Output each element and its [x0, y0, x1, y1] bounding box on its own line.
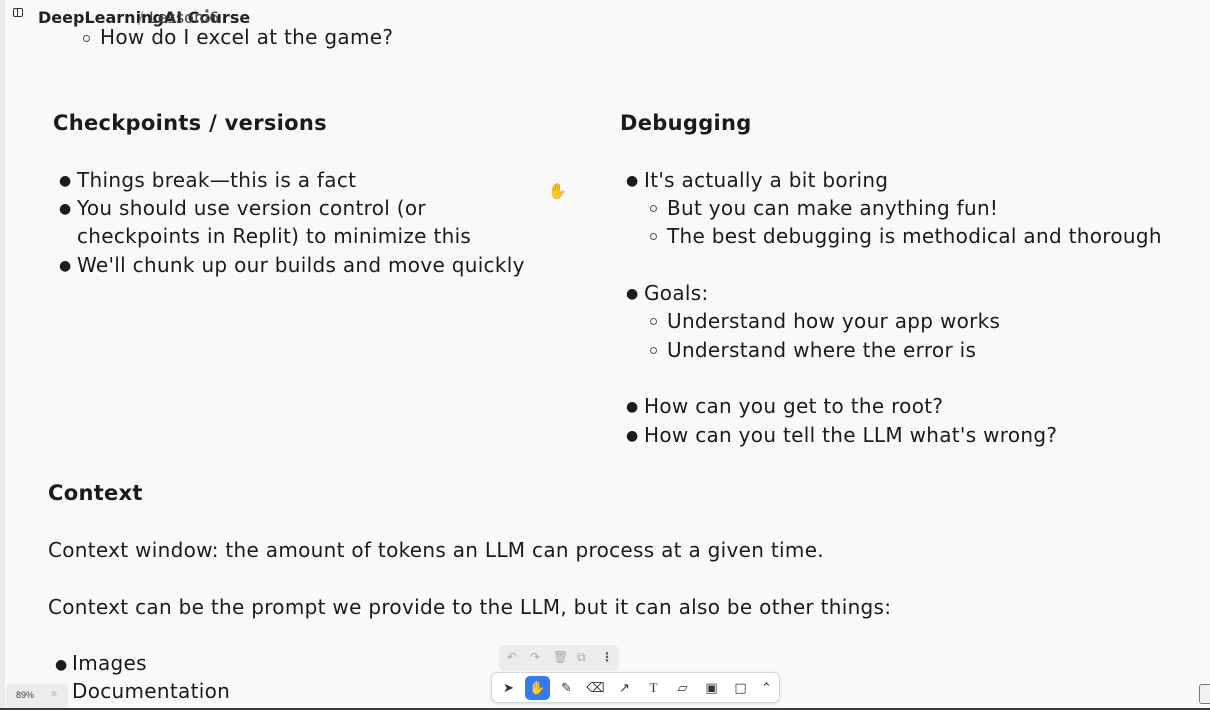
debugging-goal-2: Understand where the error is — [667, 338, 977, 362]
sub-bullet-icon — [650, 205, 657, 212]
context-paragraph-2: Context can be the prompt we provide to … — [48, 595, 892, 619]
sub-bullet-icon — [650, 233, 657, 240]
debugging-goal-1: Understand how your app works — [667, 309, 1001, 333]
bullet-icon: ● — [626, 428, 639, 444]
bullet-icon: ● — [59, 258, 72, 274]
undo-icon[interactable]: ↶ — [507, 650, 517, 664]
top-sub-item: How do I excel at the game? — [100, 25, 394, 49]
debugging-bullet-llm: How can you tell the LLM what's wrong? — [644, 423, 1058, 447]
left-edge-strip — [0, 0, 5, 710]
more-icon[interactable]: ⋮ — [601, 650, 613, 664]
more-tools-chevron-icon[interactable]: ⌃ — [754, 676, 779, 700]
note-tool-icon[interactable]: ▱ — [670, 676, 695, 700]
bullet-icon: ● — [59, 173, 72, 189]
debugging-bullet-goals: Goals: — [644, 281, 709, 305]
debugging-sub-1: But you can make anything fun! — [667, 196, 999, 220]
debugging-bullet-root: How can you get to the root? — [644, 394, 944, 418]
hand-tool-icon[interactable]: ✋ — [525, 676, 550, 700]
sidebar-toggle-icon[interactable] — [13, 8, 23, 17]
eraser-tool-icon[interactable]: ⌫ — [583, 676, 608, 700]
redo-icon[interactable]: ↷ — [530, 650, 540, 664]
bullet-icon: ● — [59, 201, 72, 217]
debugging-heading: Debugging — [620, 111, 752, 135]
duplicate-icon[interactable]: ⧉ — [577, 650, 586, 665]
sub-bullet-icon — [650, 318, 657, 325]
breadcrumb-more-icon[interactable]: ⋮ — [199, 6, 215, 25]
debugging-bullet-1: It's actually a bit boring — [644, 168, 889, 192]
zoom-control[interactable]: 89% » — [6, 684, 68, 708]
hand-cursor-icon: ✋ — [548, 182, 567, 200]
bullet-icon: ● — [55, 657, 68, 673]
delete-icon[interactable]: 🗑 — [553, 650, 568, 664]
expand-chevron-icon[interactable]: » — [51, 688, 57, 700]
selection-toolbar: ↶ ↷ 🗑 ⧉ ⋮ — [499, 645, 619, 671]
help-panel-icon[interactable] — [1199, 684, 1210, 704]
text-tool-icon[interactable]: T — [641, 676, 666, 700]
context-bullet-images: Images — [72, 651, 147, 675]
debugging-sub-2: The best debugging is methodical and tho… — [667, 224, 1162, 248]
context-heading: Context — [48, 481, 143, 505]
checkpoints-bullet-3: We'll chunk up our builds and move quick… — [77, 253, 525, 277]
bullet-icon: ● — [626, 399, 639, 415]
checkpoints-heading: Checkpoints / versions — [53, 111, 327, 135]
checkpoints-bullet-2-cont: checkpoints in Replit) to minimize this — [77, 224, 472, 248]
sub-bullet-icon — [650, 347, 657, 354]
bullet-icon: ● — [626, 173, 639, 189]
draw-tool-icon[interactable]: ✎ — [554, 676, 579, 700]
checkpoints-bullet-2: You should use version control (or — [77, 196, 426, 220]
context-paragraph-1: Context window: the amount of tokens an … — [48, 538, 824, 562]
sub-bullet-icon — [83, 35, 90, 42]
arrow-tool-icon[interactable]: ↗ — [612, 676, 637, 700]
media-tool-icon[interactable]: ▣ — [699, 676, 724, 700]
context-bullet-documentation: Documentation — [72, 679, 231, 703]
checkpoints-bullet-1: Things break—this is a fact — [77, 168, 357, 192]
zoom-level[interactable]: 89% — [16, 690, 34, 700]
bullet-icon: ● — [626, 286, 639, 302]
rectangle-tool-icon[interactable]: □ — [728, 676, 753, 700]
drawing-toolbar: ➤ ✋ ✎ ⌫ ↗ T ▱ ▣ □ ⌃ — [491, 672, 780, 703]
select-tool-icon[interactable]: ➤ — [496, 676, 521, 700]
